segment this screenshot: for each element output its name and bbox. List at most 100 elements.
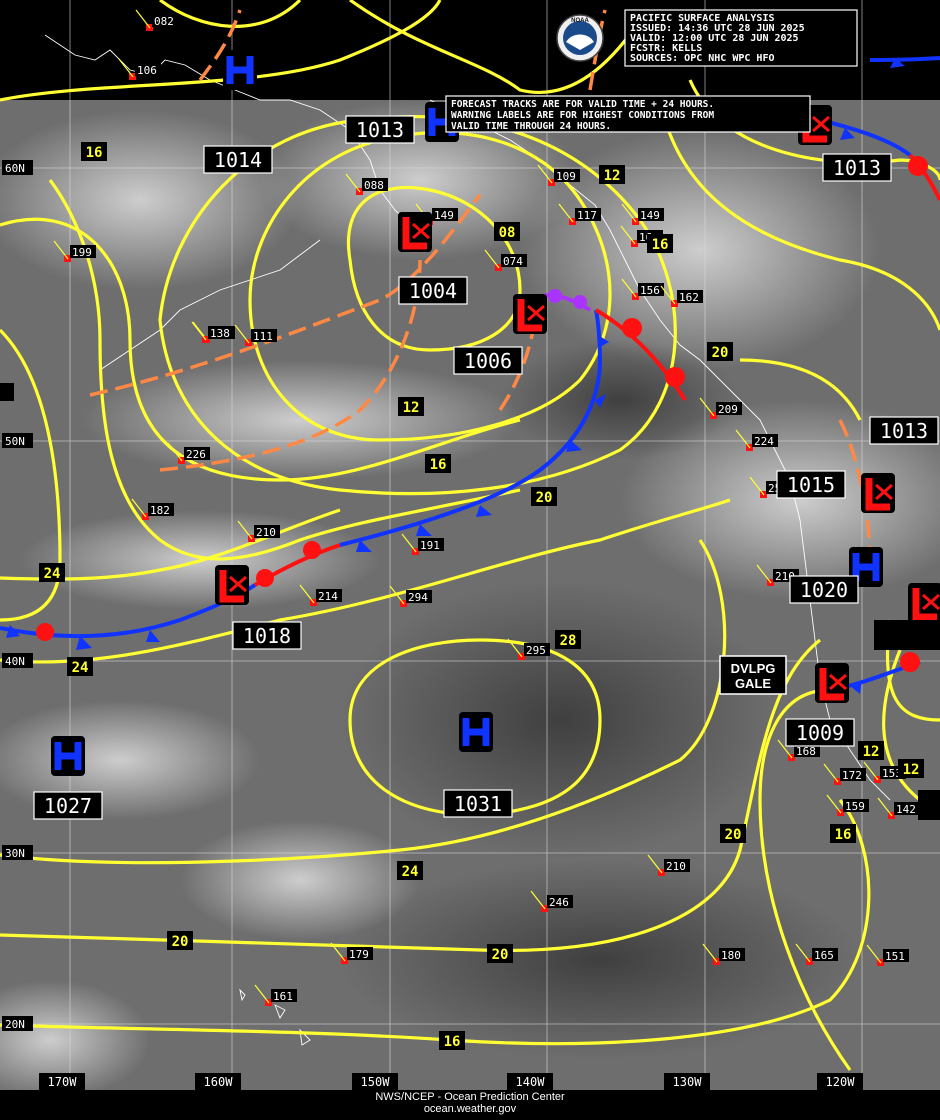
pressure-value: 1020 — [800, 578, 848, 602]
isobar-value-label: 16 — [425, 454, 451, 473]
pressure-value: 1031 — [454, 792, 502, 816]
station-value: 138 — [210, 327, 230, 340]
isobar-value-text: 12 — [863, 744, 880, 760]
station-value: 151 — [885, 950, 905, 963]
station-value: 214 — [318, 590, 338, 603]
isobar-value-text: 16 — [835, 827, 852, 843]
station-value: 179 — [349, 948, 369, 961]
pressure-value: 1006 — [464, 349, 512, 373]
map-footer: NWS/NCEP - Ocean Prediction Center ocean… — [0, 1090, 940, 1120]
pressure-value: 1013 — [833, 156, 881, 180]
pressure-value-label: 1013 — [822, 153, 892, 182]
analysis-header: PACIFIC SURFACE ANALYSIS ISSUED: 14:36 U… — [624, 9, 858, 67]
low-pressure-center — [861, 473, 895, 513]
edge-box — [874, 620, 940, 650]
lat-label-text: 20N — [5, 1018, 25, 1031]
isobar-value-label: 20 — [167, 931, 193, 950]
lon-label: 140W — [507, 1073, 553, 1090]
pressure-value-label: 1013 — [869, 416, 939, 445]
station-value: 159 — [845, 800, 865, 813]
high-pressure-center — [459, 712, 493, 752]
lat-label: 30N — [2, 845, 33, 860]
high-pressure-center — [51, 736, 85, 776]
lon-label-text: 170W — [48, 1075, 78, 1089]
isobar-value-label: 20 — [531, 487, 557, 506]
station-value: 199 — [72, 246, 92, 259]
lon-label-text: 160W — [204, 1075, 234, 1089]
edge-box — [0, 383, 14, 401]
surface-analysis-map: 082 106 088 109 117 149 149 16 074 156 162 138 111 19… — [0, 0, 940, 1120]
isobar-value-text: 28 — [560, 633, 577, 649]
isobar-value-text: 12 — [403, 400, 420, 416]
lon-label: 160W — [195, 1073, 241, 1090]
station-value: 149 — [640, 209, 660, 222]
forecast-notice: FORECAST TRACKS ARE FOR VALID TIME + 24 … — [445, 95, 811, 133]
isobar-value-text: 24 — [44, 566, 61, 582]
pressure-value-label: 1006 — [453, 346, 523, 375]
isobar-value-text: 12 — [604, 168, 621, 184]
lon-label: 120W — [817, 1073, 863, 1090]
isobar-value-label: 08 — [494, 222, 520, 241]
isobar-value-label: 24 — [67, 657, 93, 676]
isobar-value-label: 12 — [398, 397, 424, 416]
lat-label: 20N — [2, 1016, 33, 1031]
station-value: 082 — [154, 15, 174, 28]
isobar-value-label: 20 — [707, 342, 733, 361]
low-pressure-center — [215, 565, 249, 605]
notice-line: FORECAST TRACKS ARE FOR VALID TIME + 24 … — [451, 99, 714, 110]
station-value: 142 — [896, 803, 916, 816]
pressure-value: 1013 — [880, 419, 928, 443]
station-value: 295 — [526, 644, 546, 657]
lat-label: 60N — [2, 160, 33, 175]
isobar-value-label: 16 — [81, 142, 107, 161]
isobar-value-label: 16 — [830, 824, 856, 843]
station-value: 088 — [364, 179, 384, 192]
noaa-logo-text: NOAA — [571, 18, 589, 24]
pressure-value-label: 1013 — [345, 115, 415, 144]
pressure-value-label: 1027 — [33, 791, 103, 820]
lon-label-text: 140W — [516, 1075, 546, 1089]
isobar-value-label: 20 — [720, 824, 746, 843]
station-value: 226 — [186, 448, 206, 461]
low-pressure-center — [815, 663, 849, 703]
station-value: 210 — [666, 860, 686, 873]
station-value: 209 — [718, 403, 738, 416]
isobar-value-label: 16 — [439, 1031, 465, 1050]
station-value: 191 — [420, 539, 440, 552]
station-value: 168 — [796, 745, 816, 758]
lat-label: 50N — [2, 433, 33, 448]
station-value: 156 — [640, 284, 660, 297]
lon-label-text: 130W — [673, 1075, 703, 1089]
station-value: 162 — [679, 291, 699, 304]
pressure-value-label: 1014 — [203, 145, 273, 174]
lat-label-text: 30N — [5, 847, 25, 860]
isobar-value-label: 24 — [39, 563, 65, 582]
isobar-value-text: 16 — [444, 1034, 461, 1050]
pressure-value: 1004 — [409, 279, 457, 303]
lat-label-text: 50N — [5, 435, 25, 448]
station-value: 182 — [150, 504, 170, 517]
station-value: 111 — [253, 330, 273, 343]
pressure-value-label: 1009 — [785, 718, 855, 747]
isobar-value-text: 16 — [652, 237, 669, 253]
notice-line: VALID TIME THROUGH 24 HOURS. — [451, 121, 611, 132]
gale-warning: DVLPG GALE — [719, 655, 787, 695]
low-pressure-center — [908, 583, 940, 623]
high-pressure-center — [223, 50, 257, 90]
station-value: 172 — [842, 769, 862, 782]
pressure-value: 1013 — [356, 118, 404, 142]
header-line: SOURCES: OPC NHC WPC HFO — [630, 53, 775, 64]
pressure-value-label: 1004 — [398, 276, 468, 305]
low-pressure-center — [398, 212, 432, 252]
lat-label-text: 60N — [5, 162, 25, 175]
pressure-value-label: 1020 — [789, 575, 859, 604]
warm-front — [869, 56, 940, 62]
station-value: 180 — [721, 949, 741, 962]
footer-line1: NWS/NCEP - Ocean Prediction Center — [375, 1091, 565, 1103]
pressure-value: 1027 — [44, 794, 92, 818]
isobar-value-text: 24 — [402, 864, 419, 880]
pressure-value-label: 1015 — [776, 470, 846, 499]
footer-line2: ocean.weather.gov — [424, 1103, 517, 1115]
station-value: 074 — [503, 255, 523, 268]
station-value: 165 — [814, 949, 834, 962]
